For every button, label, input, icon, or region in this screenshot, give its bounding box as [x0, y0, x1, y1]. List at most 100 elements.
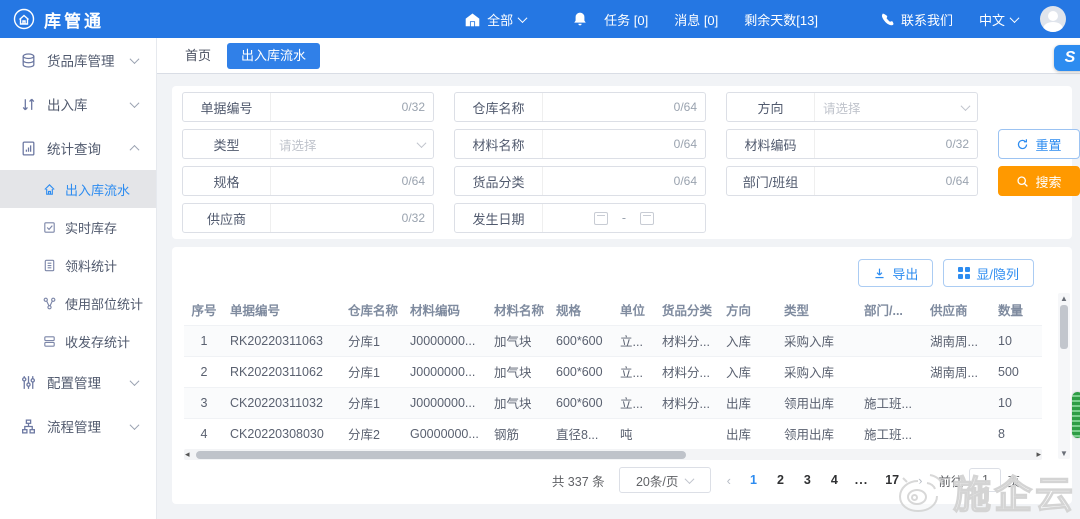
sliders-icon — [20, 374, 37, 391]
order-no-input[interactable]: 0/32 — [271, 93, 433, 121]
column-header[interactable]: 数量 — [992, 295, 1042, 325]
column-header[interactable]: 仓库名称 — [342, 295, 404, 325]
field-label: 发生日期 — [455, 204, 543, 232]
filter-field-spec[interactable]: 规格 0/64 — [182, 166, 434, 196]
avatar[interactable] — [1040, 6, 1066, 32]
next-page-icon[interactable]: › — [916, 473, 924, 488]
sidebar-item-process[interactable]: 流程管理 — [0, 404, 156, 448]
page-size-select[interactable]: 20条/页 — [619, 467, 711, 493]
scroll-down-icon[interactable]: ▼ — [1058, 448, 1070, 459]
sidebar-item-config[interactable]: 配置管理 — [0, 360, 156, 404]
chevron-down-icon — [130, 420, 140, 430]
supplier-input[interactable]: 0/32 — [271, 204, 433, 232]
filter-field-date[interactable]: 发生日期 - — [454, 203, 706, 233]
contact-item[interactable]: 联系我们 — [870, 10, 963, 29]
scope-selector[interactable]: 全部 — [454, 10, 536, 29]
filter-field-type[interactable]: 类型 请选择 — [182, 129, 434, 159]
search-button[interactable]: 搜索 — [998, 166, 1080, 196]
horizontal-scrollbar[interactable]: ◂ ▸ — [184, 449, 1042, 460]
table-row[interactable]: 4 CK20220308030 分库2 G0000000... 钢筋 直径8..… — [184, 418, 1042, 449]
column-header[interactable]: 规格 — [550, 295, 614, 325]
column-header[interactable]: 材料编码 — [404, 295, 488, 325]
page-number-last[interactable]: 17 — [882, 473, 902, 487]
table-cell: J0000000... — [404, 356, 488, 387]
page-number[interactable]: 4 — [828, 473, 841, 487]
tasks-item[interactable]: 任务 [0] — [594, 10, 658, 29]
column-header[interactable]: 部门/... — [858, 295, 924, 325]
table-row[interactable]: 3 CK20220311032 分库1 J0000000... 加气块 600*… — [184, 387, 1042, 418]
goto-page-input[interactable] — [969, 468, 1001, 492]
scrollbar-thumb[interactable] — [196, 451, 686, 459]
sidebar-item-realtime-stock[interactable]: 实时库存 — [0, 208, 156, 246]
floating-brand-icon[interactable]: S — [1054, 45, 1080, 71]
sidebar-item-stats[interactable]: 统计查询 — [0, 126, 156, 170]
material-name-input[interactable]: 0/64 — [543, 130, 705, 158]
scroll-left-icon[interactable]: ◂ — [185, 449, 190, 460]
chevron-down-icon — [685, 474, 695, 484]
page-number[interactable]: 1 — [747, 473, 760, 487]
sidebar-item-material-stats[interactable]: 领料统计 — [0, 246, 156, 284]
sidebar-item-goods[interactable]: 货品库管理 — [0, 38, 156, 82]
column-header[interactable]: 供应商 — [924, 295, 992, 325]
page-number[interactable]: 3 — [801, 473, 814, 487]
bell-icon[interactable] — [572, 11, 588, 27]
filter-field-material-code[interactable]: 材料编码 0/32 — [726, 129, 978, 159]
checklist-icon — [42, 220, 57, 235]
tab-inout-flow[interactable]: 出入库流水 — [227, 43, 320, 69]
scroll-right-icon[interactable]: ▸ — [1036, 449, 1041, 460]
column-header[interactable]: 材料名称 — [488, 295, 550, 325]
table-row[interactable]: 1 RK20220311063 分库1 J0000000... 加气块 600*… — [184, 325, 1042, 356]
show-hide-columns-button[interactable]: 显/隐列 — [943, 259, 1034, 287]
calendar-icon — [640, 212, 654, 225]
chevron-down-icon — [1010, 13, 1020, 23]
flow-house-icon — [42, 182, 57, 197]
column-header[interactable]: 序号 — [184, 295, 224, 325]
language-selector[interactable]: 中文 — [969, 10, 1028, 29]
column-header[interactable]: 货品分类 — [656, 295, 720, 325]
page-ellipsis[interactable]: ... — [855, 473, 868, 487]
table-cell: CK20220311032 — [224, 387, 342, 418]
reset-button[interactable]: 重置 — [998, 129, 1080, 159]
spec-input[interactable]: 0/64 — [271, 167, 433, 195]
filter-field-department[interactable]: 部门/班组 0/64 — [726, 166, 978, 196]
date-separator: - — [622, 211, 626, 225]
calendar-icon — [594, 212, 608, 225]
filter-field-warehouse[interactable]: 仓库名称 0/64 — [454, 92, 706, 122]
column-header[interactable]: 方向 — [720, 295, 778, 325]
column-header[interactable]: 单据编号 — [224, 295, 342, 325]
material-code-input[interactable]: 0/32 — [815, 130, 977, 158]
table-cell: 加气块 — [488, 325, 550, 356]
warehouse-input[interactable]: 0/64 — [543, 93, 705, 121]
filter-field-order-no[interactable]: 单据编号 0/32 — [182, 92, 434, 122]
column-header[interactable]: 类型 — [778, 295, 858, 325]
category-input[interactable]: 0/64 — [543, 167, 705, 195]
sidebar-item-usage-stats[interactable]: 使用部位统计 — [0, 284, 156, 322]
department-input[interactable]: 0/64 — [815, 167, 977, 195]
sidebar-item-sendrecv-stats[interactable]: 收发存统计 — [0, 322, 156, 360]
export-button[interactable]: 导出 — [858, 259, 933, 287]
messages-item[interactable]: 消息 [0] — [664, 10, 728, 29]
filter-field-supplier[interactable]: 供应商 0/32 — [182, 203, 434, 233]
scrollbar-thumb[interactable] — [1060, 305, 1068, 349]
type-select[interactable]: 请选择 — [271, 130, 433, 158]
filter-field-material-name[interactable]: 材料名称 0/64 — [454, 129, 706, 159]
filter-field-direction[interactable]: 方向 请选择 — [726, 92, 978, 122]
prev-page-icon[interactable]: ‹ — [725, 473, 733, 488]
column-header[interactable]: 单位 — [614, 295, 656, 325]
filter-field-category[interactable]: 货品分类 0/64 — [454, 166, 706, 196]
tab-home[interactable]: 首页 — [171, 43, 225, 69]
scroll-up-icon[interactable]: ▲ — [1058, 293, 1070, 304]
table-row[interactable]: 2 RK20220311062 分库1 J0000000... 加气块 600*… — [184, 356, 1042, 387]
direction-select[interactable]: 请选择 — [815, 93, 977, 121]
page-number[interactable]: 2 — [774, 473, 787, 487]
table-cell — [656, 418, 720, 449]
sidebar-item-inout[interactable]: 出入库 — [0, 82, 156, 126]
table-cell: 领用出库 — [778, 387, 858, 418]
floating-side-widget[interactable] — [1072, 392, 1080, 438]
table-cell: 施工班... — [858, 387, 924, 418]
contact-label: 联系我们 — [901, 10, 953, 29]
date-range-picker[interactable]: - — [543, 204, 705, 232]
vertical-scrollbar[interactable]: ▲ ▼ — [1058, 293, 1070, 459]
sidebar-item-inout-flow[interactable]: 出入库流水 — [0, 170, 156, 208]
database-icon — [20, 52, 37, 69]
